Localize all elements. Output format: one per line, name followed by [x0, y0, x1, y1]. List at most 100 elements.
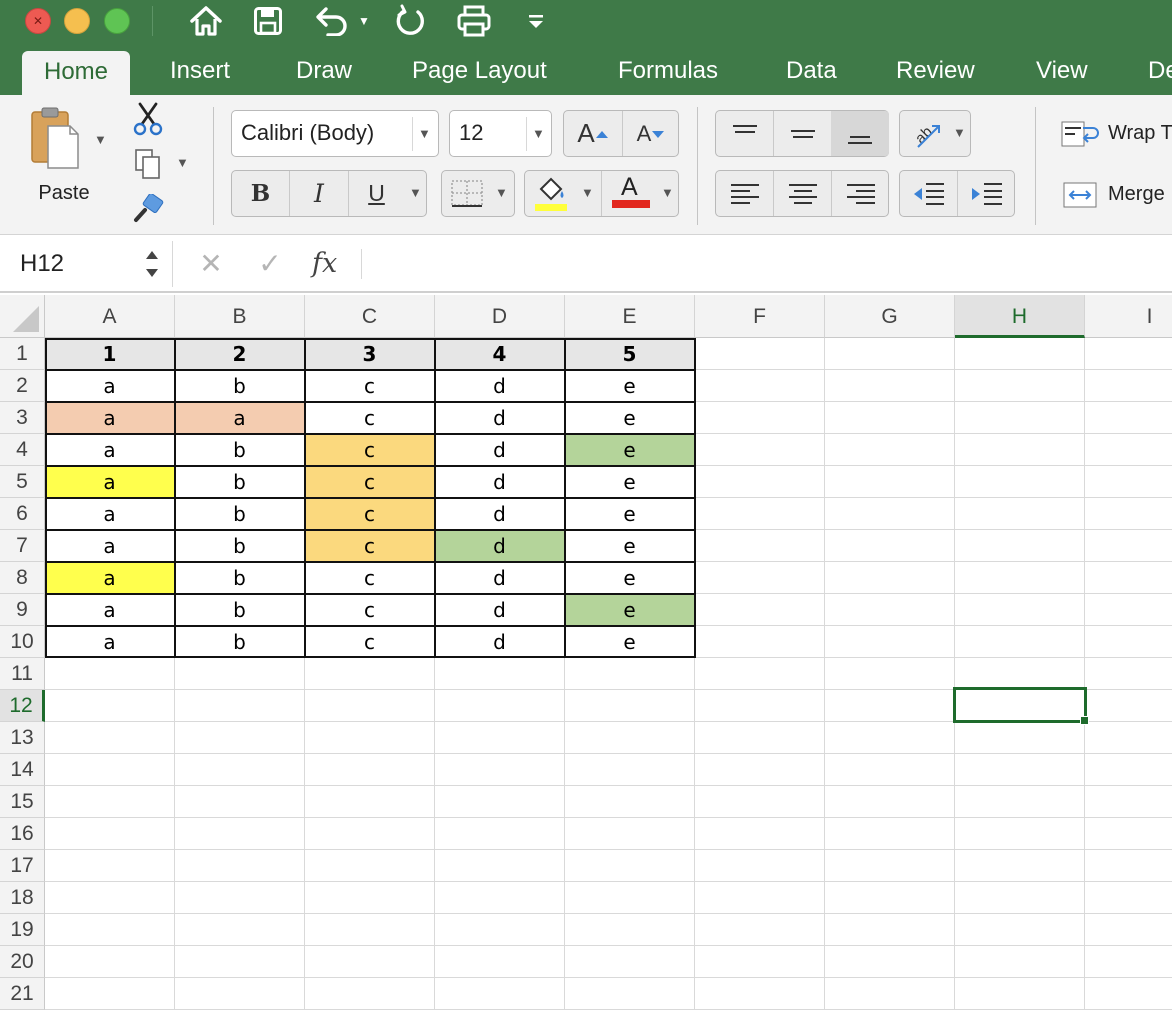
- borders-button[interactable]: ▼: [441, 170, 515, 217]
- cell-e2[interactable]: e: [565, 370, 695, 402]
- cell-h15[interactable]: [955, 786, 1085, 818]
- cell-f7[interactable]: [695, 530, 825, 562]
- copy-dropdown-icon[interactable]: ▼: [176, 155, 189, 170]
- tab-draw[interactable]: Draw: [296, 45, 352, 95]
- zoom-window-button[interactable]: [104, 8, 130, 34]
- increase-indent-button[interactable]: [958, 171, 1015, 216]
- cell-c8[interactable]: c: [305, 562, 435, 594]
- column-header-h[interactable]: H: [955, 295, 1085, 338]
- cell-b15[interactable]: [175, 786, 305, 818]
- cell-a18[interactable]: [45, 882, 175, 914]
- cell-f14[interactable]: [695, 754, 825, 786]
- cell-f16[interactable]: [695, 818, 825, 850]
- cell-a6[interactable]: a: [45, 498, 175, 530]
- cell-g7[interactable]: [825, 530, 955, 562]
- cell-i5[interactable]: [1085, 466, 1172, 498]
- cell-h1[interactable]: [955, 338, 1085, 370]
- cell-f4[interactable]: [695, 434, 825, 466]
- cell-a4[interactable]: a: [45, 434, 175, 466]
- cell-a21[interactable]: [45, 978, 175, 1010]
- cell-c1[interactable]: 3: [305, 338, 435, 370]
- cell-i17[interactable]: [1085, 850, 1172, 882]
- cell-g21[interactable]: [825, 978, 955, 1010]
- align-left-button[interactable]: [716, 171, 773, 216]
- format-painter-icon[interactable]: [130, 193, 166, 225]
- cell-g13[interactable]: [825, 722, 955, 754]
- cell-b10[interactable]: b: [175, 626, 305, 658]
- column-header-i[interactable]: I: [1085, 295, 1172, 338]
- row-header-5[interactable]: 5: [0, 466, 45, 498]
- cell-a17[interactable]: [45, 850, 175, 882]
- row-header-3[interactable]: 3: [0, 402, 45, 434]
- cell-b11[interactable]: [175, 658, 305, 690]
- cell-b18[interactable]: [175, 882, 305, 914]
- merge-center-label[interactable]: Merge: [1108, 183, 1165, 206]
- row-header-8[interactable]: 8: [0, 562, 45, 594]
- row-header-14[interactable]: 14: [0, 754, 45, 786]
- worksheet-grid[interactable]: ABCDEFGHI1123452abcde3aacde4abcde5abcde6…: [0, 295, 1172, 1012]
- cell-g9[interactable]: [825, 594, 955, 626]
- cell-f21[interactable]: [695, 978, 825, 1010]
- cell-h9[interactable]: [955, 594, 1085, 626]
- column-header-c[interactable]: C: [305, 295, 435, 338]
- save-icon[interactable]: [250, 3, 286, 39]
- cell-e8[interactable]: e: [565, 562, 695, 594]
- paste-dropdown-icon[interactable]: ▼: [94, 132, 107, 147]
- fill-color-button[interactable]: [529, 173, 573, 215]
- cell-c2[interactable]: c: [305, 370, 435, 402]
- enter-icon[interactable]: ✓: [254, 245, 286, 283]
- align-right-button[interactable]: [832, 171, 889, 216]
- cell-a2[interactable]: a: [45, 370, 175, 402]
- insert-function-icon[interactable]: fx: [312, 244, 352, 284]
- cell-e17[interactable]: [565, 850, 695, 882]
- cell-f3[interactable]: [695, 402, 825, 434]
- cell-b4[interactable]: b: [175, 434, 305, 466]
- cell-i6[interactable]: [1085, 498, 1172, 530]
- name-box-stepper[interactable]: [144, 245, 160, 283]
- tab-view[interactable]: View: [1036, 45, 1088, 95]
- tab-insert[interactable]: Insert: [170, 45, 230, 95]
- decrease-font-size-button[interactable]: A: [623, 111, 679, 156]
- cell-e6[interactable]: e: [565, 498, 695, 530]
- print-icon[interactable]: [454, 3, 494, 39]
- cell-e13[interactable]: [565, 722, 695, 754]
- cell-i9[interactable]: [1085, 594, 1172, 626]
- font-size-dropdown-icon[interactable]: ▼: [532, 126, 545, 141]
- cell-b6[interactable]: b: [175, 498, 305, 530]
- cell-h6[interactable]: [955, 498, 1085, 530]
- cell-h20[interactable]: [955, 946, 1085, 978]
- increase-font-size-button[interactable]: A: [564, 111, 622, 156]
- cell-d11[interactable]: [435, 658, 565, 690]
- align-center-button[interactable]: [774, 171, 831, 216]
- cell-e12[interactable]: [565, 690, 695, 722]
- cell-c14[interactable]: [305, 754, 435, 786]
- cell-a1[interactable]: 1: [45, 338, 175, 370]
- wrap-text-icon[interactable]: [1060, 119, 1100, 149]
- tab-page-layout[interactable]: Page Layout: [412, 45, 547, 95]
- cell-b7[interactable]: b: [175, 530, 305, 562]
- cell-b3[interactable]: a: [175, 402, 305, 434]
- cell-i1[interactable]: [1085, 338, 1172, 370]
- cell-a14[interactable]: [45, 754, 175, 786]
- cell-a7[interactable]: a: [45, 530, 175, 562]
- cell-c15[interactable]: [305, 786, 435, 818]
- cell-e14[interactable]: [565, 754, 695, 786]
- row-header-10[interactable]: 10: [0, 626, 45, 658]
- cell-f18[interactable]: [695, 882, 825, 914]
- cell-d6[interactable]: d: [435, 498, 565, 530]
- decrease-indent-button[interactable]: [900, 171, 957, 216]
- cell-f5[interactable]: [695, 466, 825, 498]
- cell-c10[interactable]: c: [305, 626, 435, 658]
- row-header-11[interactable]: 11: [0, 658, 45, 690]
- cell-i3[interactable]: [1085, 402, 1172, 434]
- cell-b5[interactable]: b: [175, 466, 305, 498]
- column-header-g[interactable]: G: [825, 295, 955, 338]
- tab-data[interactable]: Data: [786, 45, 837, 95]
- cell-d14[interactable]: [435, 754, 565, 786]
- cell-i2[interactable]: [1085, 370, 1172, 402]
- customize-toolbar-icon[interactable]: [524, 3, 548, 39]
- italic-button[interactable]: I: [290, 171, 348, 216]
- cell-h10[interactable]: [955, 626, 1085, 658]
- cell-c11[interactable]: [305, 658, 435, 690]
- close-window-button[interactable]: [25, 8, 51, 34]
